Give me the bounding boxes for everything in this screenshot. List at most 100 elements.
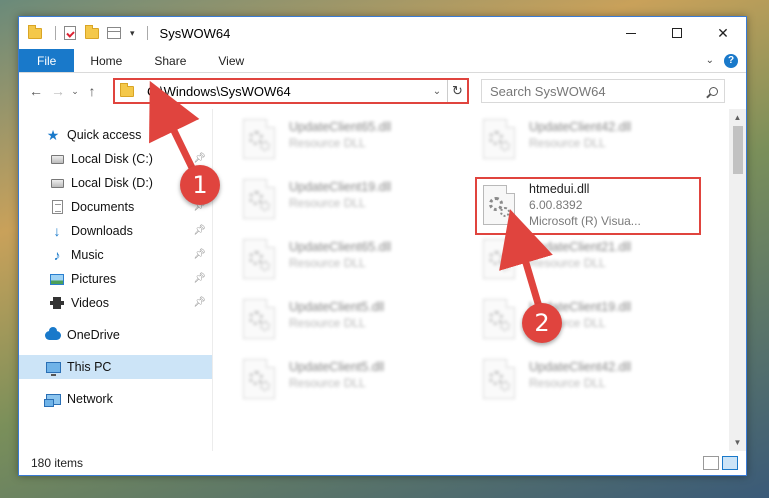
sidebar-item-label: Local Disk (C:) bbox=[71, 152, 153, 166]
list-item[interactable]: UpdateClient19.dll Resource DLL bbox=[235, 175, 461, 227]
sidebar-item-label: Music bbox=[71, 248, 104, 262]
drive-icon bbox=[49, 175, 65, 191]
star-icon: ★ bbox=[46, 126, 60, 143]
minimize-button[interactable] bbox=[608, 17, 654, 49]
search-icon[interactable] bbox=[702, 86, 724, 96]
sidebar-item-downloads[interactable]: ↓ Downloads 📌︎ bbox=[19, 219, 212, 243]
minimize-icon bbox=[626, 32, 636, 34]
highlight-box bbox=[475, 177, 701, 235]
close-button[interactable]: ✕ bbox=[700, 17, 746, 49]
quick-access-dropdown-icon[interactable]: ▾ bbox=[130, 28, 135, 39]
sidebar-item-label: Local Disk (D:) bbox=[71, 176, 153, 190]
sidebar-item-onedrive[interactable]: OneDrive bbox=[19, 323, 212, 347]
scrollbar-thumb[interactable] bbox=[733, 126, 743, 174]
file-description: Resource DLL bbox=[289, 196, 366, 210]
explorer-window: ▾ SysWOW64 ✕ File Home Share View ⌄ ? ← … bbox=[18, 16, 747, 476]
maximize-button[interactable] bbox=[654, 17, 700, 49]
sidebar-item-local-disk-c[interactable]: Local Disk (C:) 📌︎ bbox=[19, 147, 212, 171]
sidebar-item-label: Documents bbox=[71, 200, 135, 214]
forward-arrow-icon: → bbox=[51, 83, 65, 99]
divider bbox=[146, 26, 148, 40]
onedrive-icon bbox=[45, 326, 61, 343]
file-name: UpdateClient19.dll bbox=[289, 180, 392, 194]
file-description: Resource DLL bbox=[289, 256, 366, 270]
pin-icon[interactable]: 📌︎ bbox=[193, 273, 206, 284]
sidebar-item-network[interactable]: Network bbox=[19, 387, 212, 411]
tab-home[interactable]: Home bbox=[74, 49, 138, 72]
sidebar-item-quick-access[interactable]: ★ Quick access bbox=[19, 123, 212, 147]
details-view-icon[interactable] bbox=[703, 456, 719, 470]
address-row: ← → ⌄ ↑ C:\Windows\SysWOW64 ⌄ ↻ bbox=[19, 73, 746, 109]
ribbon: File Home Share View ⌄ ? bbox=[19, 49, 746, 73]
list-item[interactable]: UpdateClient19.dll Resource DLL bbox=[475, 295, 701, 347]
forward-button[interactable]: → bbox=[47, 80, 69, 102]
navigation-pane: ★ Quick access Local Disk (C:) 📌︎ Local … bbox=[19, 109, 213, 451]
search-input[interactable] bbox=[490, 83, 702, 99]
dll-file-icon bbox=[483, 239, 517, 281]
dll-file-icon bbox=[243, 299, 277, 341]
file-name: UpdateClient5.dll bbox=[289, 360, 385, 374]
dll-file-icon bbox=[243, 239, 277, 281]
expand-ribbon-icon[interactable]: ⌄ bbox=[706, 55, 714, 66]
folder-icon bbox=[119, 82, 135, 99]
list-item[interactable]: UpdateClient65.dll Resource DLL bbox=[235, 235, 461, 287]
address-path[interactable]: C:\Windows\SysWOW64 bbox=[147, 84, 427, 99]
refresh-icon[interactable]: ↻ bbox=[447, 80, 467, 102]
sidebar-item-label: Pictures bbox=[71, 272, 117, 286]
chevron-down-icon: ⌄ bbox=[71, 85, 79, 96]
sidebar-item-pictures[interactable]: Pictures 📌︎ bbox=[19, 267, 212, 291]
drive-icon bbox=[49, 151, 65, 167]
tab-view[interactable]: View bbox=[202, 49, 260, 72]
sidebar-item-label: This PC bbox=[67, 360, 112, 374]
this-pc-icon bbox=[45, 359, 61, 376]
file-description: Resource DLL bbox=[289, 316, 366, 330]
maximize-icon bbox=[672, 28, 682, 38]
folder-icon bbox=[27, 24, 43, 41]
sidebar-item-videos[interactable]: Videos 📌︎ bbox=[19, 291, 212, 315]
list-item[interactable]: UpdateClient5.dll Resource DLL bbox=[235, 295, 461, 347]
sidebar-item-this-pc[interactable]: This PC bbox=[19, 355, 212, 379]
properties-icon[interactable] bbox=[106, 25, 122, 41]
dll-file-icon bbox=[243, 119, 277, 161]
pin-icon[interactable]: 📌︎ bbox=[193, 249, 206, 260]
sidebar-item-documents[interactable]: Documents 📌︎ bbox=[19, 195, 212, 219]
address-dropdown-icon[interactable]: ⌄ bbox=[427, 86, 447, 97]
scroll-up-icon[interactable]: ▲ bbox=[729, 109, 746, 126]
documents-icon bbox=[49, 199, 65, 215]
close-icon: ✕ bbox=[717, 24, 729, 41]
file-description: Resource DLL bbox=[289, 376, 366, 390]
vertical-scrollbar[interactable]: ▲ ▼ bbox=[729, 109, 746, 451]
list-item[interactable]: UpdateClient65.dll Resource DLL bbox=[235, 115, 461, 167]
pin-icon[interactable]: 📌︎ bbox=[193, 297, 206, 308]
step-1-badge: 1 bbox=[180, 165, 220, 205]
address-bar[interactable]: C:\Windows\SysWOW64 ⌄ ↻ bbox=[113, 78, 469, 104]
dll-file-icon bbox=[243, 179, 277, 221]
tab-file[interactable]: File bbox=[19, 49, 75, 72]
sidebar-item-label: Quick access bbox=[67, 128, 142, 142]
downloads-icon: ↓ bbox=[53, 223, 61, 239]
file-name: UpdateClient42.dll bbox=[529, 360, 632, 374]
dll-file-icon bbox=[483, 299, 517, 341]
list-item[interactable]: UpdateClient42.dll Resource DLL bbox=[475, 355, 701, 407]
list-item[interactable]: UpdateClient42.dll Resource DLL bbox=[475, 115, 701, 167]
help-icon[interactable]: ? bbox=[724, 53, 738, 68]
pin-icon[interactable]: 📌︎ bbox=[193, 225, 206, 236]
recent-locations-button[interactable]: ⌄ bbox=[69, 80, 81, 102]
dll-file-icon bbox=[243, 359, 277, 401]
sidebar-item-music[interactable]: ♪ Music 📌︎ bbox=[19, 243, 212, 267]
back-button[interactable]: ← bbox=[25, 80, 47, 102]
list-item[interactable]: UpdateClient5.dll Resource DLL bbox=[235, 355, 461, 407]
pin-icon[interactable]: 📌︎ bbox=[193, 153, 206, 164]
scroll-down-icon[interactable]: ▼ bbox=[729, 434, 746, 451]
list-item[interactable]: UpdateClient21.dll Resource DLL bbox=[475, 235, 701, 287]
properties-check-icon[interactable] bbox=[62, 25, 78, 41]
file-description: Resource DLL bbox=[529, 376, 606, 390]
search-box[interactable] bbox=[481, 79, 725, 103]
tab-share[interactable]: Share bbox=[138, 49, 202, 72]
tiles-view-icon[interactable] bbox=[722, 456, 738, 470]
videos-icon bbox=[49, 295, 65, 311]
up-button[interactable]: ↑ bbox=[81, 80, 103, 102]
back-arrow-icon: ← bbox=[29, 83, 43, 99]
up-arrow-icon: ↑ bbox=[88, 83, 96, 99]
new-folder-icon[interactable] bbox=[84, 24, 100, 41]
